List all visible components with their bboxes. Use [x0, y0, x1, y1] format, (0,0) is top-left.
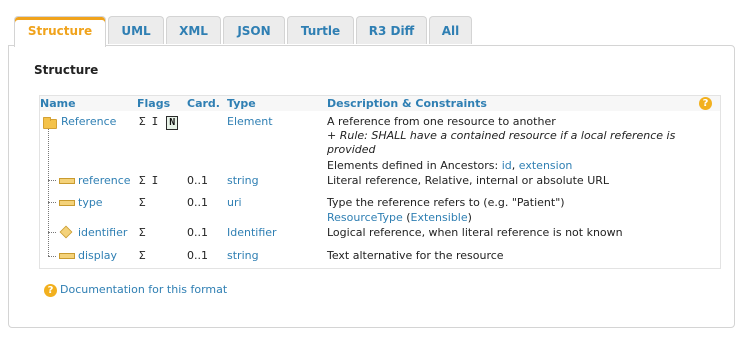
element-description: Type the reference refers to (e.g. "Pati… — [327, 196, 565, 209]
summary-flag: Σ — [139, 249, 146, 262]
element-type[interactable]: string — [227, 249, 259, 262]
flags: Σ — [139, 226, 152, 239]
datatype-icon — [59, 225, 73, 239]
help-icon[interactable]: ? — [699, 97, 712, 110]
tab-json[interactable]: JSON — [223, 16, 285, 44]
cardinality: 0..1 — [187, 226, 208, 239]
element-type[interactable]: Identifier — [227, 226, 277, 239]
flags: ΣI — [139, 174, 164, 187]
element-description: Logical reference, when literal referenc… — [327, 226, 623, 239]
tab-r3-diff[interactable]: R3 Diff — [356, 16, 427, 44]
header-description: Description & Constraints — [327, 97, 487, 110]
element-type[interactable]: uri — [227, 196, 242, 209]
documentation-link-text[interactable]: Documentation for this format — [60, 283, 227, 296]
header-name: Name — [40, 97, 76, 110]
folder-icon — [43, 117, 57, 129]
primitive-icon — [59, 200, 75, 206]
flags: ΣIN — [139, 115, 184, 130]
element-name[interactable]: Reference — [61, 115, 116, 128]
element-type[interactable]: string — [227, 174, 259, 187]
normative-flag: N — [166, 116, 179, 130]
flags: Σ — [139, 196, 152, 209]
binding-strength-link[interactable]: Extensible — [411, 211, 468, 224]
flags: Σ — [139, 249, 152, 262]
header-flags: Flags — [137, 97, 171, 110]
element-name[interactable]: type — [78, 196, 103, 209]
tab-turtle[interactable]: Turtle — [287, 16, 354, 44]
table-row: type Σ 0..1 uri Type the reference refer… — [40, 196, 720, 226]
cardinality: 0..1 — [187, 196, 208, 209]
element-type[interactable]: Element — [227, 115, 273, 128]
tab-xml[interactable]: XML — [166, 16, 221, 44]
invariant-flag: I — [151, 174, 159, 187]
primitive-icon — [59, 253, 75, 259]
primitive-icon — [59, 178, 75, 184]
binding-paren: ) — [467, 211, 472, 224]
tab-all[interactable]: All — [429, 16, 472, 44]
invariant-flag: I — [151, 115, 159, 128]
summary-flag: Σ — [139, 174, 146, 187]
cardinality: 0..1 — [187, 174, 208, 187]
table-row: reference ΣI 0..1 string Literal referen… — [40, 174, 720, 192]
rule-text: + Rule: SHALL have a contained resource … — [327, 129, 676, 142]
summary-flag: Σ — [139, 226, 146, 239]
element-name[interactable]: reference — [78, 174, 131, 187]
binding-line: ResourceType (Extensible) — [327, 211, 472, 224]
header-card: Card. — [187, 97, 220, 110]
table-row: display Σ 0..1 string Text alternative f… — [40, 249, 720, 267]
structure-panel: Structure Name Flags Card. Type Descript… — [8, 45, 735, 328]
rule-text: provided — [327, 143, 376, 156]
tab-structure[interactable]: Structure — [14, 16, 106, 47]
ancestors-line: Elements defined in Ancestors: id, exten… — [327, 159, 572, 172]
element-description: Text alternative for the resource — [327, 249, 504, 262]
table-header: Name Flags Card. Type Description & Cons… — [40, 96, 720, 111]
cardinality: 0..1 — [187, 249, 208, 262]
help-icon: ? — [44, 284, 57, 297]
element-name[interactable]: identifier — [78, 226, 127, 239]
summary-flag: Σ — [139, 196, 146, 209]
ancestor-separator: , — [511, 159, 519, 172]
panel-title: Structure — [34, 63, 99, 77]
ancestor-link-extension[interactable]: extension — [519, 159, 573, 172]
binding-paren: ( — [402, 211, 411, 224]
ancestors-label: Elements defined in Ancestors: — [327, 159, 502, 172]
tab-uml[interactable]: UML — [108, 16, 164, 44]
element-description: A reference from one resource to another — [327, 115, 556, 128]
value-set-link[interactable]: ResourceType — [327, 211, 403, 224]
structure-table: Name Flags Card. Type Description & Cons… — [39, 95, 721, 269]
element-description: Literal reference, Relative, internal or… — [327, 174, 610, 187]
header-type: Type — [227, 97, 256, 110]
table-row: identifier Σ 0..1 Identifier Logical ref… — [40, 225, 720, 244]
table-row: Reference ΣIN Element A reference from o… — [40, 115, 720, 177]
ancestor-link-id[interactable]: id — [502, 159, 512, 172]
summary-flag: Σ — [139, 115, 146, 128]
element-name[interactable]: display — [78, 249, 117, 262]
